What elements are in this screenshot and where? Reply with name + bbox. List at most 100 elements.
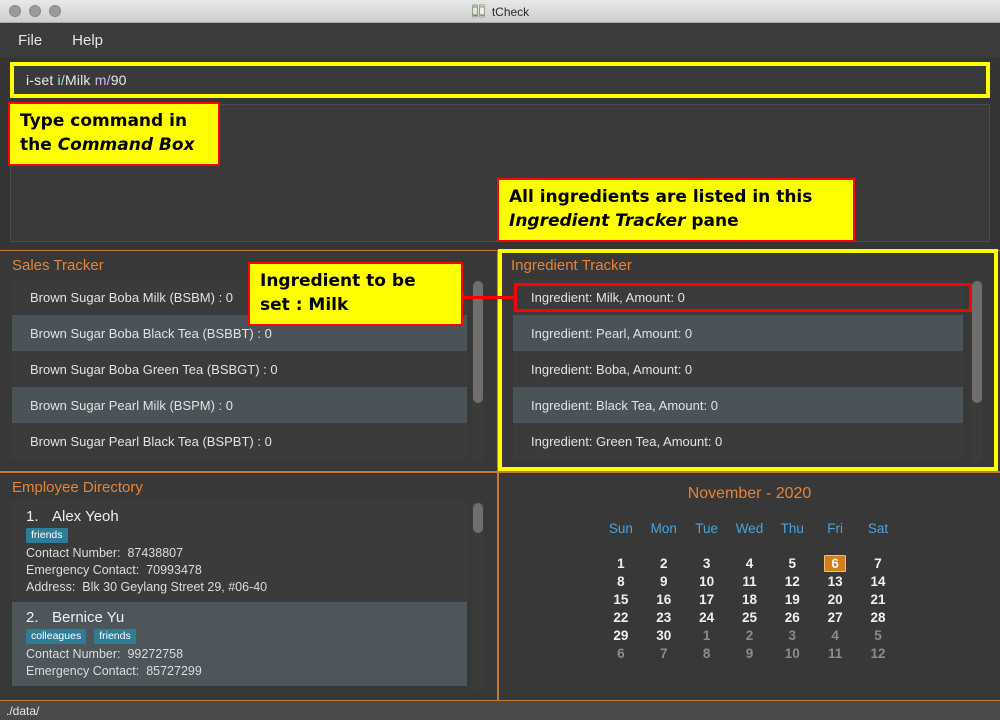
list-item[interactable]: Brown Sugar Boba Green Tea (BSBGT) : 0 bbox=[12, 351, 467, 387]
employee-name: Bernice Yu bbox=[52, 609, 125, 626]
callout-arrow-line bbox=[460, 296, 516, 299]
tag-badge: friends bbox=[26, 528, 68, 543]
list-item[interactable]: Ingredient: Green Tea, Amount: 0 bbox=[513, 423, 963, 459]
employee-tags: friends bbox=[26, 528, 467, 545]
ingredient-tracker-scrollbar-thumb[interactable] bbox=[972, 281, 982, 403]
calendar-day-cell[interactable]: 4 bbox=[728, 554, 771, 572]
calendar-day-cell[interactable]: 17 bbox=[685, 590, 728, 608]
calendar-day-cell[interactable]: 16 bbox=[642, 590, 685, 608]
employee-directory-scrollbar-thumb[interactable] bbox=[473, 503, 483, 533]
employee-contact-line: Contact Number: 87438807 bbox=[26, 545, 467, 562]
list-item[interactable]: Brown Sugar Pearl Milk (BSPM) : 0 bbox=[12, 387, 467, 423]
list-item[interactable]: Ingredient: Pearl, Amount: 0 bbox=[513, 315, 963, 351]
calendar-day-cell[interactable]: 3 bbox=[685, 554, 728, 572]
employee-address-line: Address: Blk 30 Geylang Street 29, #06-4… bbox=[26, 579, 467, 596]
address-value: Blk 30 Geylang Street 29, #06-40 bbox=[82, 580, 268, 594]
sales-tracker-scrollbar[interactable] bbox=[472, 279, 484, 463]
calendar-day-cell[interactable]: 23 bbox=[642, 608, 685, 626]
calendar-selected-day[interactable]: 6 bbox=[824, 554, 846, 572]
calendar-day-cell[interactable]: 20 bbox=[814, 590, 857, 608]
calendar-week-row: 22 23 24 25 26 27 28 bbox=[600, 608, 900, 626]
callout-line-2-italic: Command Box bbox=[57, 135, 195, 155]
callout-line-2: Ingredient Tracker pane bbox=[509, 209, 843, 233]
calendar-day-cell[interactable]: 25 bbox=[728, 608, 771, 626]
calendar-day-cell[interactable]: 22 bbox=[600, 608, 643, 626]
calendar-day-cell[interactable]: 1 bbox=[600, 554, 643, 572]
employee-tags: colleagues friends bbox=[26, 629, 467, 646]
employee-emergency-line: Emergency Contact: 70993478 bbox=[26, 562, 467, 579]
boba-drink-icon bbox=[471, 4, 487, 19]
employee-index: 1. bbox=[26, 508, 39, 525]
calendar-day-cell[interactable]: 28 bbox=[857, 608, 900, 626]
menu-bar: File Help bbox=[0, 23, 1000, 57]
calendar-day-cell[interactable]: 6 bbox=[600, 644, 643, 662]
employee-directory-pane: Employee Directory 1. Alex Yeoh friends C… bbox=[0, 472, 498, 700]
calendar-day-cell[interactable]: 26 bbox=[771, 608, 814, 626]
window-titlebar: tCheck bbox=[0, 0, 1000, 23]
employee-directory-scrollbar[interactable] bbox=[472, 501, 484, 691]
calendar-day-cell[interactable]: 30 bbox=[642, 626, 685, 644]
calendar-day-cell[interactable]: 9 bbox=[728, 644, 771, 662]
list-item[interactable]: 1. Alex Yeoh friends Contact Number: 8743… bbox=[12, 501, 467, 602]
callout-line-1: Type command in bbox=[20, 111, 188, 131]
emergency-contact-label: Emergency Contact: bbox=[26, 664, 140, 678]
callout-line-2: set : Milk bbox=[260, 295, 349, 315]
list-item[interactable]: Ingredient: Black Tea, Amount: 0 bbox=[513, 387, 963, 423]
employee-contact-line: Contact Number: 99272758 bbox=[26, 646, 467, 663]
calendar-day-cell[interactable]: 7 bbox=[857, 554, 900, 572]
calendar-day-cell[interactable]: 12 bbox=[771, 572, 814, 590]
calendar-day-cell[interactable]: 24 bbox=[685, 608, 728, 626]
list-item[interactable]: Ingredient: Milk, Amount: 0 bbox=[513, 279, 963, 315]
calendar-day-cell[interactable]: 27 bbox=[814, 608, 857, 626]
calendar-day-cell[interactable]: 5 bbox=[857, 626, 900, 644]
calendar-day-cell[interactable]: 11 bbox=[728, 572, 771, 590]
calendar-day-cell[interactable]: 5 bbox=[771, 554, 814, 572]
emergency-contact-value: 85727299 bbox=[146, 664, 202, 678]
calendar-day-cell[interactable]: 11 bbox=[814, 644, 857, 662]
calendar-day-cell[interactable]: 29 bbox=[600, 626, 643, 644]
calendar-day-cell[interactable]: 7 bbox=[642, 644, 685, 662]
contact-number-label: Contact Number: bbox=[26, 546, 121, 560]
calendar-day-cell[interactable]: 4 bbox=[814, 626, 857, 644]
calendar-day-cell[interactable]: 10 bbox=[685, 572, 728, 590]
calendar-week-row: 8 9 10 11 12 13 14 bbox=[600, 572, 900, 590]
tag-badge: colleagues bbox=[26, 629, 87, 644]
calendar-day-cell[interactable]: 8 bbox=[685, 644, 728, 662]
employee-directory-list[interactable]: 1. Alex Yeoh friends Contact Number: 8743… bbox=[12, 501, 467, 691]
calendar-weekday: Wed bbox=[735, 521, 764, 536]
calendar-day-cell[interactable]: 8 bbox=[600, 572, 643, 590]
calendar-day-cell[interactable]: 19 bbox=[771, 590, 814, 608]
calendar-day-cell[interactable]: 12 bbox=[857, 644, 900, 662]
sales-tracker-scrollbar-thumb[interactable] bbox=[473, 281, 483, 403]
menu-item-file[interactable]: File bbox=[18, 32, 42, 49]
list-item[interactable]: 2. Bernice Yu colleagues friends Contact … bbox=[12, 602, 467, 686]
callout-line-1: Ingredient to be bbox=[260, 271, 416, 291]
ingredient-tracker-list[interactable]: Ingredient: Milk, Amount: 0 Ingredient: … bbox=[513, 279, 963, 459]
command-token-amount-value: 90 bbox=[110, 72, 127, 88]
calendar-pane: November - 2020 Sun Mon Tue Wed Thu Fri … bbox=[498, 472, 1000, 700]
calendar-week-row: 15 16 17 18 19 20 21 bbox=[600, 590, 900, 608]
calendar-weekday: Sat bbox=[867, 521, 889, 536]
ingredient-tracker-title: Ingredient Tracker bbox=[511, 257, 632, 274]
command-input-box[interactable]: i-set i/Milk m/90 bbox=[10, 62, 990, 98]
command-token-command: i-set bbox=[26, 72, 58, 88]
ingredient-tracker-scrollbar[interactable] bbox=[971, 279, 983, 463]
list-item[interactable]: Ingredient: Boba, Amount: 0 bbox=[513, 351, 963, 387]
menu-item-help[interactable]: Help bbox=[72, 32, 103, 49]
calendar-day-cell[interactable]: 15 bbox=[600, 590, 643, 608]
calendar-day-cell[interactable]: 9 bbox=[642, 572, 685, 590]
calendar-day-cell[interactable]: 3 bbox=[771, 626, 814, 644]
calendar-day-cell[interactable]: 18 bbox=[728, 590, 771, 608]
status-bar-path: ./data/ bbox=[6, 703, 40, 718]
address-label: Address: bbox=[26, 580, 76, 594]
calendar-day-cell[interactable]: 14 bbox=[857, 572, 900, 590]
calendar-day-cell[interactable]: 6 bbox=[814, 554, 857, 572]
calendar-day-cell[interactable]: 1 bbox=[685, 626, 728, 644]
calendar-day-cell[interactable]: 2 bbox=[728, 626, 771, 644]
list-item[interactable]: Brown Sugar Pearl Black Tea (BSPBT) : 0 bbox=[12, 423, 467, 459]
calendar-day-cell[interactable]: 10 bbox=[771, 644, 814, 662]
calendar-weekday-header: Sun Mon Tue Wed Thu Fri Sat bbox=[600, 521, 900, 554]
calendar-day-cell[interactable]: 13 bbox=[814, 572, 857, 590]
calendar-day-cell[interactable]: 21 bbox=[857, 590, 900, 608]
calendar-day-cell[interactable]: 2 bbox=[642, 554, 685, 572]
